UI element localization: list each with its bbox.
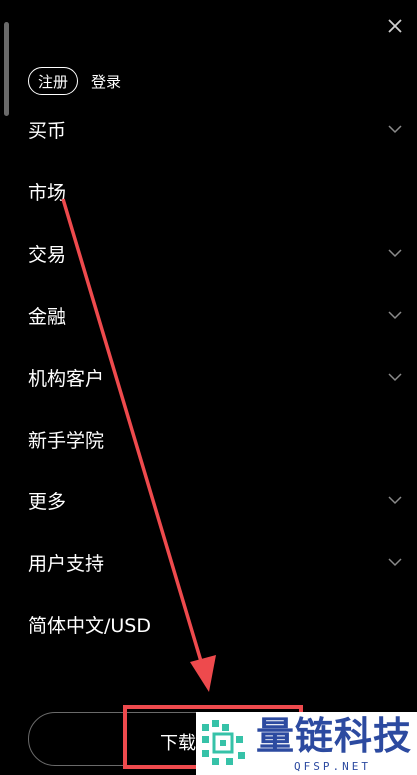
menu-item-label: 机构客户 (28, 367, 105, 390)
menu-item-label: 市场 (28, 181, 67, 204)
menu-item-label: 交易 (28, 243, 67, 266)
menu-item-label: 简体中文/USD (28, 614, 151, 637)
auth-row: 注册 登录 (28, 66, 121, 96)
menu-item-label: 买币 (28, 119, 67, 142)
menu-item-finance[interactable]: 金融 (28, 295, 408, 335)
menu-item-support[interactable]: 用户支持 (28, 542, 408, 582)
register-button[interactable]: 注册 (28, 67, 79, 95)
menu-item-institutional[interactable]: 机构客户 (28, 357, 408, 397)
mobile-menu-screen: 注册 登录 买币 市场 交易 金融 机构客户 新手学院 更多 用户支持 简体中文… (0, 0, 417, 775)
menu-item-buy-crypto[interactable]: 买币 (28, 109, 408, 149)
menu-item-trade[interactable]: 交易 (28, 233, 408, 273)
close-button[interactable] (383, 14, 407, 38)
menu-item-language-currency[interactable]: 简体中文/USD (28, 604, 408, 644)
menu-item-more[interactable]: 更多 (28, 480, 408, 520)
chevron-down-icon (387, 492, 403, 508)
watermark-title: 量链科技 (256, 714, 413, 758)
menu-item-market[interactable]: 市场 (28, 171, 408, 211)
menu-item-label: 用户支持 (28, 552, 105, 575)
watermark-subtitle: QFSP.NET (294, 760, 371, 773)
chevron-down-icon (387, 121, 403, 137)
menu-item-academy[interactable]: 新手学院 (28, 419, 408, 459)
menu-item-label: 更多 (28, 490, 67, 513)
menu-item-label: 金融 (28, 305, 67, 328)
menu-item-label: 新手学院 (28, 429, 105, 452)
chevron-down-icon (387, 245, 403, 261)
login-link[interactable]: 登录 (91, 71, 121, 92)
scrollbar-thumb[interactable] (4, 22, 9, 116)
chevron-down-icon (387, 554, 403, 570)
chevron-down-icon (387, 369, 403, 385)
close-icon (388, 19, 402, 33)
chevron-down-icon (387, 307, 403, 323)
watermark-logo-icon (202, 720, 245, 765)
watermark: 量链科技 QFSP.NET (196, 712, 417, 775)
